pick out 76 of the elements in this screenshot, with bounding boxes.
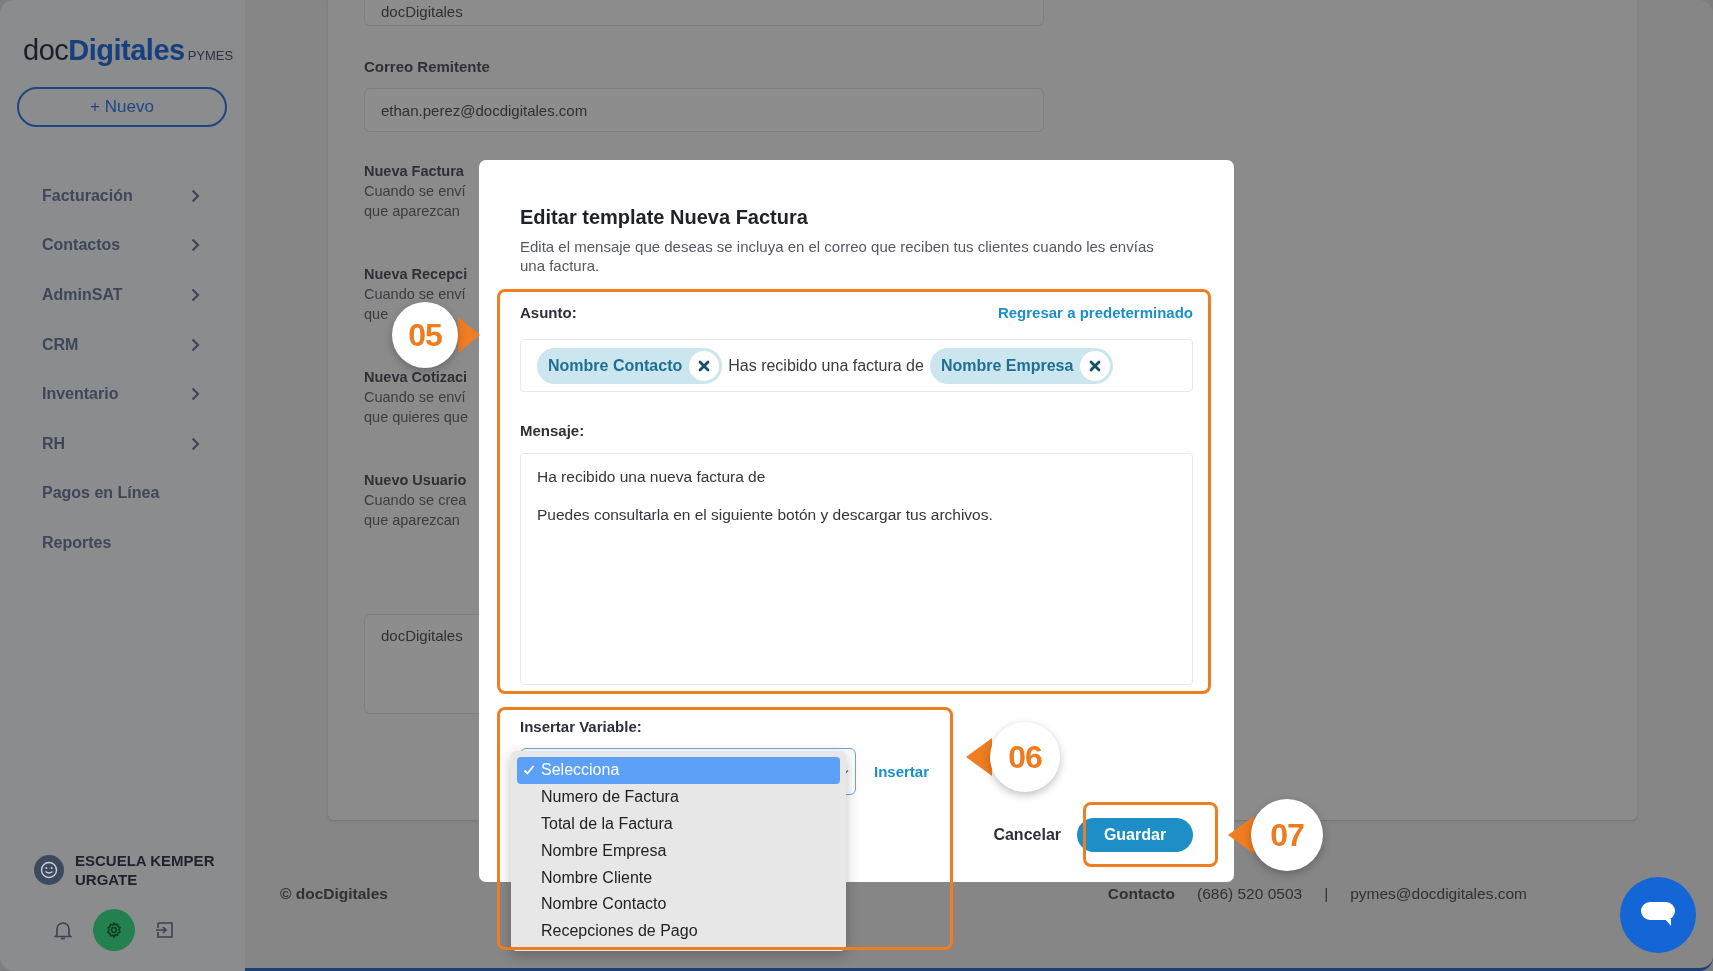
template-title: Nueva Recepci: [364, 266, 469, 284]
menu-item[interactable]: Inventario: [42, 385, 119, 404]
chevron-icon[interactable]: [191, 188, 200, 203]
field-label: Insertar Variable:: [520, 718, 642, 737]
subject-text: Has recibido una factura de: [728, 356, 924, 375]
phone-number: (686) 520 0503: [1197, 885, 1303, 903]
dropdown-option[interactable]: Nombre Contacto: [517, 891, 840, 918]
template-title: Nueva Factura: [364, 163, 465, 181]
insert-link[interactable]: Insertar: [874, 763, 930, 780]
nav-icon-button[interactable]: [93, 909, 135, 951]
field-label: Mensaje:: [520, 422, 585, 441]
field-label: Asunto:: [520, 303, 577, 321]
contact-label: Contacto: [1107, 885, 1175, 903]
menu-item[interactable]: Pagos en Línea: [42, 484, 160, 503]
message-field[interactable]: Ha recibido una nueva factura de Puedes consultarla en el siguiente botón y descargar tus archivos.: [520, 453, 1193, 685]
remove-chip-button[interactable]: [1080, 350, 1111, 381]
remove-chip-button[interactable]: [689, 350, 720, 381]
chip-label: Nombre Empresa: [940, 356, 1074, 375]
chevron-icon[interactable]: [191, 436, 200, 451]
dropdown-option[interactable]: Selecciona: [517, 757, 840, 784]
pointer-arrow-icon: [1228, 816, 1254, 854]
template-description: que aparezcan: [364, 511, 461, 530]
separator-text: |: [1324, 885, 1329, 903]
message-text: Puedes consultarla en el siguiente botón y descargar tus archivos.: [537, 505, 994, 524]
text-field[interactable]: docDigitales: [364, 0, 1044, 26]
email-field[interactable]: ethan.perez@docdigitales.com: [364, 88, 1044, 132]
dialog-title: Editar template Nueva Factura: [520, 205, 809, 230]
dropdown-option[interactable]: Nombre Cliente: [517, 864, 840, 891]
close-icon[interactable]: [698, 359, 711, 372]
template-description: Cuando se enví: [364, 286, 467, 304]
template-description: Cuando se enví: [364, 389, 467, 407]
text-field[interactable]: docDigitales: [364, 614, 479, 714]
menu-item[interactable]: RH: [42, 434, 66, 453]
menu-item[interactable]: AdminSAT: [42, 286, 123, 304]
chevron-icon[interactable]: [191, 337, 200, 352]
menu-item[interactable]: Facturación: [42, 186, 133, 205]
message-text: Ha recibido una nueva factura de: [537, 467, 767, 486]
logo-suffix: PYMES: [187, 48, 234, 63]
chevron-icon[interactable]: [191, 387, 200, 402]
check-icon: [523, 764, 535, 777]
menu-item[interactable]: Contactos: [42, 236, 121, 255]
menu-item[interactable]: Reportes: [42, 533, 112, 552]
chevron-icon[interactable]: [191, 288, 200, 302]
template-description: que aparezcan: [364, 202, 461, 221]
logout-icon[interactable]: [155, 920, 175, 940]
field-label: Correo Remitente: [364, 58, 491, 77]
menu-item[interactable]: CRM: [42, 335, 79, 354]
chevron-icon[interactable]: [191, 238, 200, 253]
chip-label: Nombre Contacto: [548, 356, 683, 375]
close-icon[interactable]: [1089, 359, 1102, 372]
email-text: pymes@docdigitales.com: [1350, 885, 1527, 903]
dropdown-option[interactable]: Numero de Factura: [517, 783, 840, 811]
copyright-text: © docDigitales: [280, 885, 388, 903]
pointer-arrow-icon: [458, 317, 480, 353]
pointer-arrow-icon: [966, 738, 992, 776]
avatar-icon: [34, 855, 64, 885]
dropdown-option[interactable]: Total de la Factura: [517, 810, 840, 838]
subject-field[interactable]: Nombre Contacto Has recibido una factura de Nombre Empresa: [520, 339, 1193, 392]
template-description: Cuando se enví: [364, 183, 467, 201]
dialog-description: Edita el mensaje que deseas se incluya en el correo que reciben tus clientes cuando les envías una factura.: [520, 237, 1155, 275]
new-button[interactable]: + Nuevo: [17, 87, 227, 127]
account-name: ESCUELA KEMPER URGATE: [75, 851, 216, 889]
dropdown-option[interactable]: Recepciones de Pago: [517, 917, 840, 945]
template-title: Nuevo Usuario: [364, 472, 468, 490]
template-description: Cuando se crea: [364, 492, 468, 510]
bell-icon[interactable]: [54, 920, 72, 940]
template-description: que: [364, 305, 390, 324]
gear-icon[interactable]: [105, 921, 123, 939]
dropdown-menu[interactable]: Selecciona Numero de Factura Total de la Factura Nombre Empresa Nombre Cliente Nombre Contacto Recepciones de Pago: [511, 751, 846, 951]
cancel-button[interactable]: Cancelar: [993, 826, 1061, 844]
dropdown-option[interactable]: Nombre Empresa: [517, 837, 840, 865]
reset-link[interactable]: Regresar a predeterminado: [997, 303, 1193, 321]
save-button[interactable]: Guardar: [1077, 818, 1193, 852]
logo: docDigitales: [23, 34, 185, 67]
template-title: Nueva Cotizaci: [364, 369, 469, 387]
template-description: que quieres que: [364, 408, 469, 427]
